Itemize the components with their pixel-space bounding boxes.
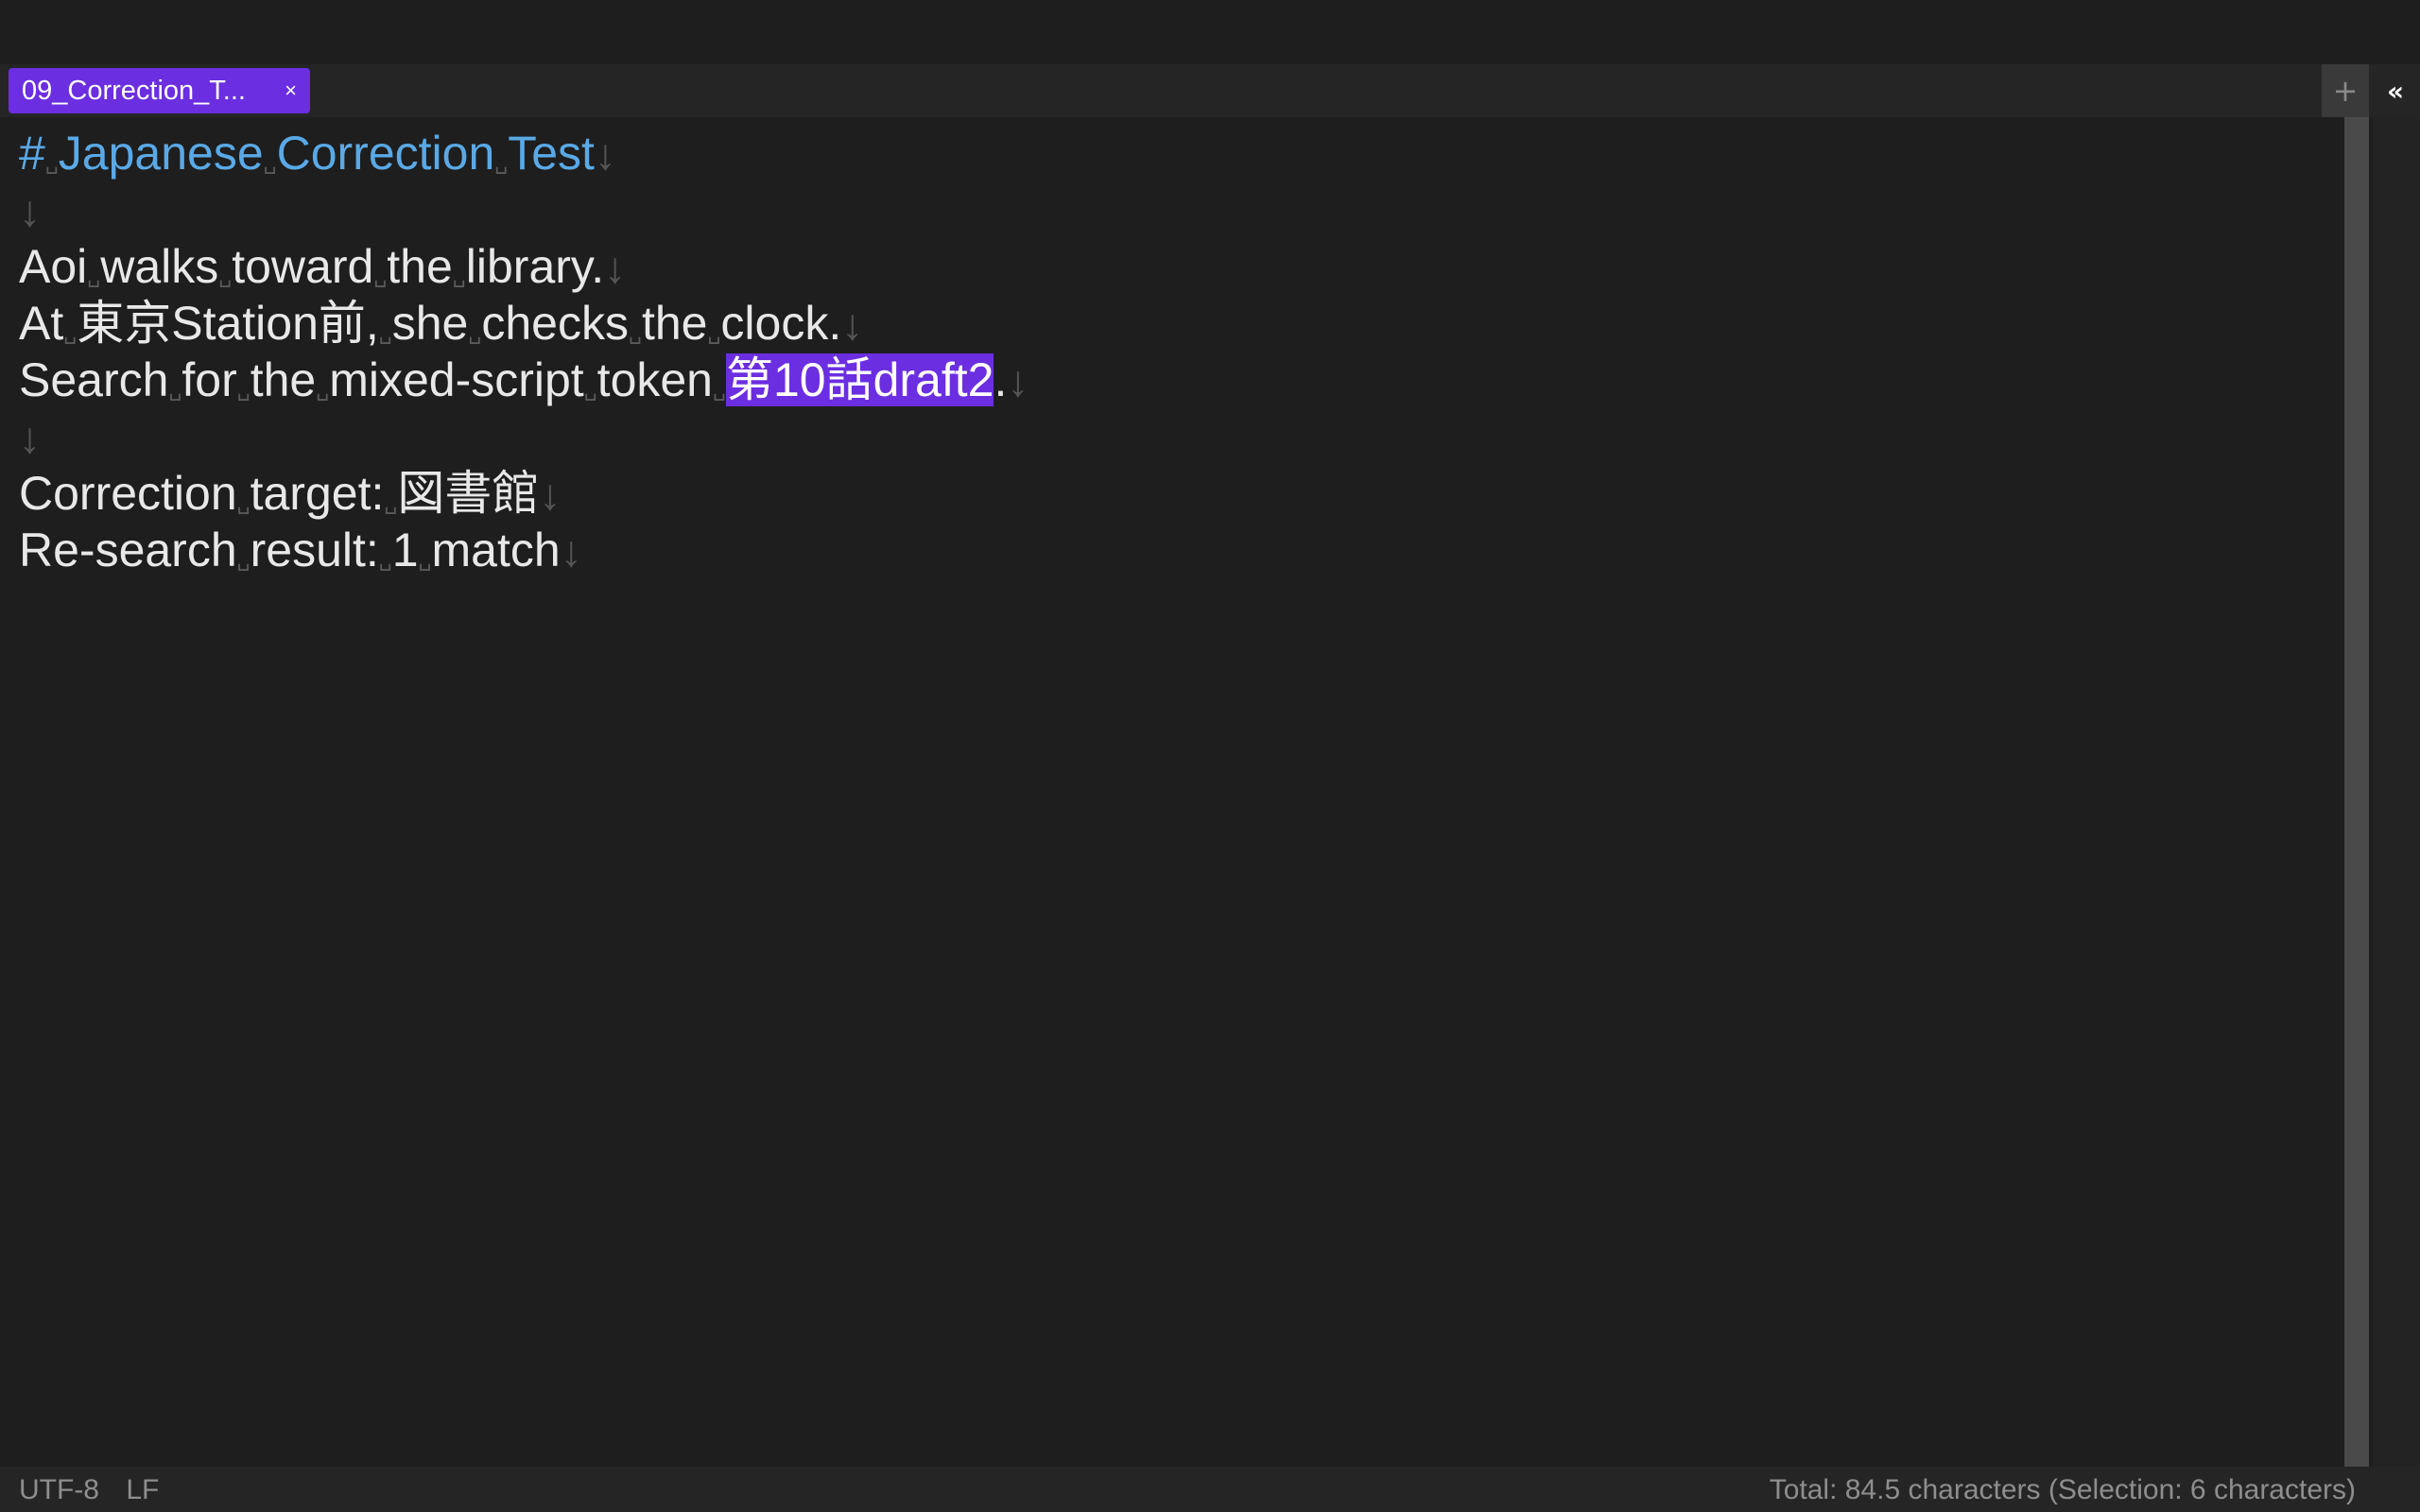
close-icon[interactable]: ×	[285, 80, 297, 101]
vertical-scrollbar[interactable]	[2341, 117, 2373, 1467]
new-tab-button[interactable]: +	[2322, 64, 2369, 117]
heading-text: #	[19, 127, 45, 180]
status-bar: UTF-8 LF Total: 84.5 characters (Selecti…	[0, 1467, 2420, 1512]
text-run: checks	[481, 297, 629, 350]
text-run: walks	[100, 240, 219, 293]
text-run: Aoi	[19, 240, 88, 293]
whitespace-marker: ␣	[373, 264, 388, 287]
tab-label: 09_Correction_T...	[22, 75, 246, 106]
collapse-sidebar-icon[interactable]: «	[2377, 64, 2414, 117]
editor-line[interactable]: Correction␣target:␣図書館↓	[19, 465, 561, 522]
line-break-marker: ↓	[604, 243, 627, 292]
whitespace-marker: ␣	[236, 377, 251, 401]
tab-bar: 09_Correction_T... × + «	[0, 64, 2420, 117]
whitespace-marker: ␣	[44, 150, 59, 174]
text-run: .	[994, 353, 1008, 406]
whitespace-marker: ␣	[87, 264, 101, 287]
whitespace-marker: ␣	[628, 320, 642, 344]
heading-text: Japanese	[58, 127, 264, 180]
title-bar	[0, 0, 2420, 64]
text-run: result:	[250, 524, 379, 576]
text-run: 東京Station前,	[77, 297, 379, 350]
text-run: she	[391, 297, 469, 350]
text-run: 1	[391, 524, 419, 576]
whitespace-marker: ␣	[236, 547, 251, 571]
text-run: clock.	[720, 297, 842, 350]
text-run: library.	[465, 240, 605, 293]
line-break-marker: ↓	[594, 129, 616, 179]
editor-line[interactable]: ↓	[19, 408, 41, 465]
text-editor[interactable]: #␣Japanese␣Correction␣Test↓ ↓ Aoi␣walks␣to…	[0, 117, 2341, 1467]
editor-line[interactable]: Aoi␣walks␣toward␣the␣library.↓	[19, 238, 626, 295]
text-run: At	[19, 297, 64, 350]
text-run: toward	[232, 240, 374, 293]
line-ending-indicator[interactable]: LF	[126, 1474, 159, 1505]
heading-text: Correction	[276, 127, 495, 180]
whitespace-marker: ␣	[378, 547, 392, 571]
whitespace-marker: ␣	[168, 377, 182, 401]
text-run: the	[387, 240, 453, 293]
whitespace-marker: ␣	[316, 377, 330, 401]
heading-text: Test	[508, 127, 595, 180]
editor-window: 09_Correction_T... × + « #␣Japanese␣Corr…	[0, 0, 2420, 1512]
whitespace-marker: ␣	[236, 490, 251, 514]
whitespace-marker: ␣	[418, 547, 432, 571]
editor-line[interactable]: Re-search␣result:␣1␣match↓	[19, 522, 582, 578]
editor-line[interactable]: Search␣for␣the␣mixed-script␣token␣第10話dr…	[19, 352, 1028, 408]
text-run: target:	[250, 467, 385, 520]
editor-line[interactable]: #␣Japanese␣Correction␣Test↓	[19, 125, 616, 181]
whitespace-marker: ␣	[384, 490, 398, 514]
text-run: match	[431, 524, 561, 576]
line-break-marker: ↓	[1007, 356, 1029, 405]
text-run: mixed-script	[329, 353, 584, 406]
line-break-marker: ↓	[560, 526, 582, 576]
line-break-marker: ↓	[539, 470, 562, 519]
text-run: 図書館	[397, 467, 540, 520]
search-match-highlight: 第10話draft2	[725, 353, 994, 406]
editor-line[interactable]: ↓	[19, 181, 41, 238]
whitespace-marker: ␣	[452, 264, 466, 287]
text-run: Re-search	[19, 524, 237, 576]
line-break-marker: ↓	[19, 413, 41, 462]
whitespace-marker: ␣	[378, 320, 392, 344]
whitespace-marker: ␣	[63, 320, 78, 344]
text-run: Correction	[19, 467, 237, 520]
text-run: for	[182, 353, 237, 406]
whitespace-marker: ␣	[707, 320, 721, 344]
whitespace-marker: ␣	[713, 377, 726, 401]
text-run: token	[596, 353, 713, 406]
text-run: the	[641, 297, 708, 350]
encoding-indicator[interactable]: UTF-8	[19, 1474, 99, 1505]
tab-09-correction[interactable]: 09_Correction_T... ×	[9, 68, 310, 113]
whitespace-marker: ␣	[494, 150, 509, 174]
character-count: Total: 84.5 characters (Selection: 6 cha…	[1769, 1474, 2356, 1505]
scrollbar-thumb[interactable]	[2344, 117, 2369, 1467]
line-break-marker: ↓	[841, 300, 864, 349]
whitespace-marker: ␣	[263, 150, 277, 174]
text-run: Search	[19, 353, 169, 406]
editor-line[interactable]: At␣東京Station前,␣she␣checks␣the␣clock.↓	[19, 295, 863, 352]
right-gutter	[2373, 117, 2420, 1467]
text-run: the	[250, 353, 317, 406]
whitespace-marker: ␣	[468, 320, 482, 344]
whitespace-marker: ␣	[218, 264, 233, 287]
line-break-marker: ↓	[19, 186, 41, 235]
whitespace-marker: ␣	[583, 377, 597, 401]
